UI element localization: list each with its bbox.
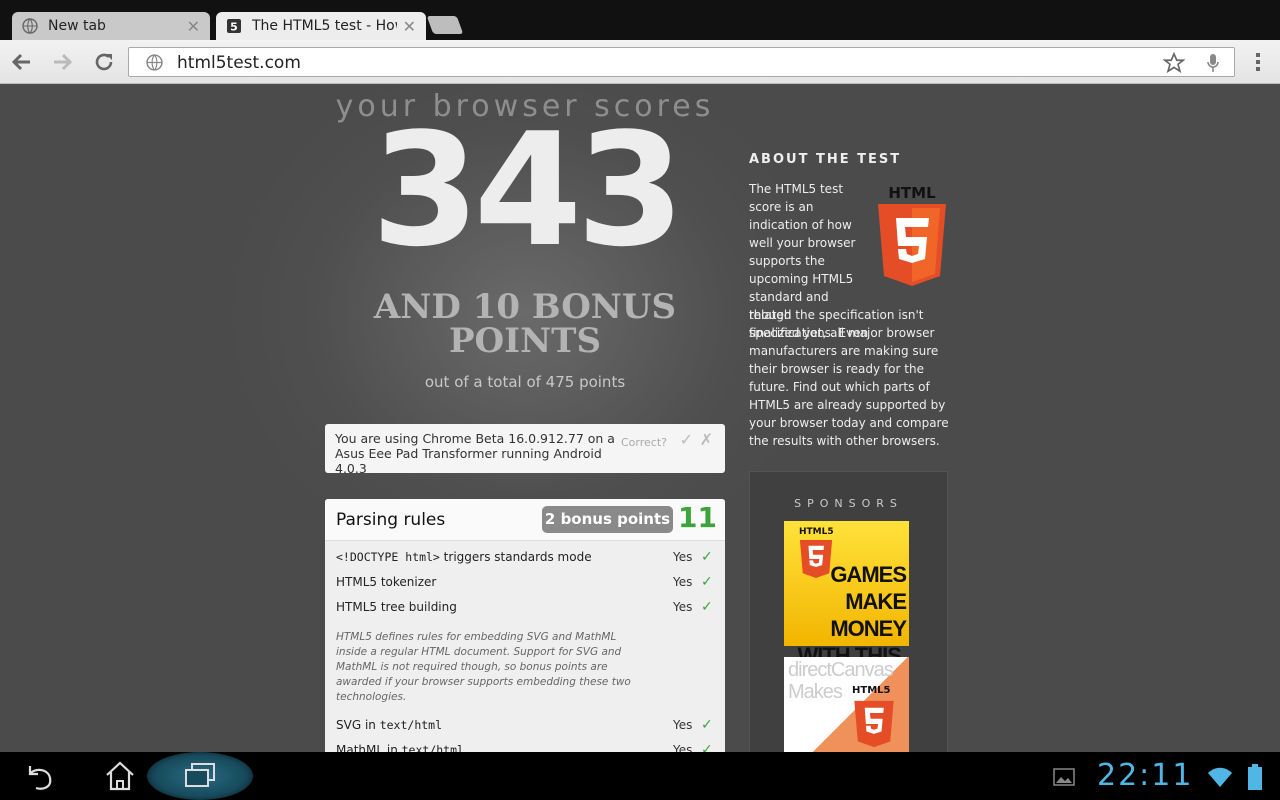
tab-html5-test[interactable]: 5 The HTML5 test - How ✕ [216,12,426,40]
test-row: HTML5 tokenizer Yes ✓ [325,570,725,595]
reject-x-icon[interactable]: ✗ [700,430,713,449]
system-navigation-bar: 22:11 [0,752,1280,800]
web-page: your browser scores 343 AND 10 BONUS POI… [0,84,1280,752]
forward-button[interactable] [51,50,75,74]
test-label: HTML5 tokenizer [336,575,437,589]
about-paragraph-continued: though the specification isn't finalized… [749,308,949,448]
html5-logo: HTML [878,184,946,286]
test-row: MathML in text/html Yes ✓ [325,738,725,752]
microphone-icon[interactable] [1206,53,1220,73]
ad-headline: GAMES MAKE MONEY WITH THIS. [797,562,907,668]
bonus-points-badge: 2 bonus points [542,506,673,533]
clock: 22:11 [1097,758,1194,793]
svg-text:HTML: HTML [888,184,936,202]
sponsor-ad-directcanvas[interactable]: directCanvas Makes HTML5 [784,657,909,752]
bookmark-star-icon[interactable] [1163,52,1185,74]
test-result: Yes [673,575,693,589]
close-tab-icon[interactable]: ✕ [403,17,416,36]
address-bar[interactable]: html5test.com [128,47,1235,77]
test-row: SVG in text/html Yes ✓ [325,713,725,738]
section-header[interactable]: Parsing rules 2 bonus points 11 [325,499,725,541]
user-agent-text: You are using Chrome Beta 16.0.912.77 on… [335,431,615,476]
forward-arrow-icon [54,53,73,71]
reload-button[interactable] [92,50,116,74]
test-row: HTML5 tree building Yes ✓ [325,595,725,620]
test-result: Yes [673,550,693,564]
home-nav-icon[interactable] [102,760,138,792]
check-icon: ✓ [701,742,713,752]
parsing-rules-section: Parsing rules 2 bonus points 11 <!DOCTYP… [325,499,725,752]
test-result: Yes [673,600,693,614]
close-tab-icon[interactable]: ✕ [187,17,200,36]
test-result: Yes [673,718,693,732]
tab-new-tab[interactable]: New tab ✕ [12,12,210,40]
test-row: <!DOCTYPE html> triggers standards mode … [325,545,725,570]
code-text: <!DOCTYPE html> [336,550,440,564]
sponsors-panel: SPONSORS HTML5 GAMES MAKE MONEY WITH THI… [749,471,948,752]
battery-icon [1248,764,1262,790]
bonus-note: HTML5 defines rules for embedding SVG an… [336,631,631,703]
user-agent-box: You are using Chrome Beta 16.0.912.77 on… [325,424,725,476]
check-icon: ✓ [701,574,713,590]
html5-favicon-icon: 5 [227,19,241,34]
section-title: Parsing rules [336,510,446,530]
check-icon: ✓ [701,599,713,615]
test-label: HTML5 tree building [336,600,457,614]
back-button[interactable] [9,50,33,74]
menu-button[interactable] [1246,50,1270,74]
tab-strip: New tab ✕ 5 The HTML5 test - How ✕ [0,0,1280,40]
tab-title: New tab [48,18,106,34]
bonus-points-text: AND 10 BONUS POINTS [373,287,677,361]
code-text: text/html [401,743,464,752]
overflow-menu-icon [1256,53,1260,71]
total-points-text: out of a total of 475 points [424,373,626,391]
back-arrow-icon [11,53,30,71]
recent-apps-icon[interactable] [182,760,218,792]
test-label: MathML in [336,743,402,752]
code-text: text/html [379,718,443,732]
new-tab-button[interactable] [426,16,464,34]
tab-title: The HTML5 test - How [252,18,397,34]
sponsor-ad-games[interactable]: HTML5 GAMES MAKE MONEY WITH THIS. [784,521,909,668]
ad-html5-tag: HTML5 [852,685,891,696]
test-label: SVG in [336,718,380,732]
section-score: 11 [678,501,717,534]
wifi-icon [1208,767,1232,787]
svg-text:5: 5 [230,21,238,34]
total-score: 343 [371,99,685,281]
correct-question-label: Correct? [621,436,667,449]
ad-headline: directCanvas Makes [788,659,894,703]
globe-icon [22,18,38,34]
ad-html5-tag: HTML5 [799,527,834,537]
globe-icon [146,54,163,71]
test-result: Yes [673,743,693,752]
html5-shield-icon [854,700,894,748]
url-text: html5test.com [177,53,301,73]
test-label: triggers standards mode [439,550,592,564]
back-nav-icon[interactable] [22,760,58,792]
about-heading: ABOUT THE TEST [749,152,902,167]
check-icon: ✓ [701,549,713,565]
confirm-check-icon[interactable]: ✓ [680,430,693,449]
gallery-notification-icon[interactable] [1053,768,1075,786]
sponsors-heading: SPONSORS [794,497,903,510]
reload-icon [95,53,113,71]
check-icon: ✓ [701,717,713,733]
